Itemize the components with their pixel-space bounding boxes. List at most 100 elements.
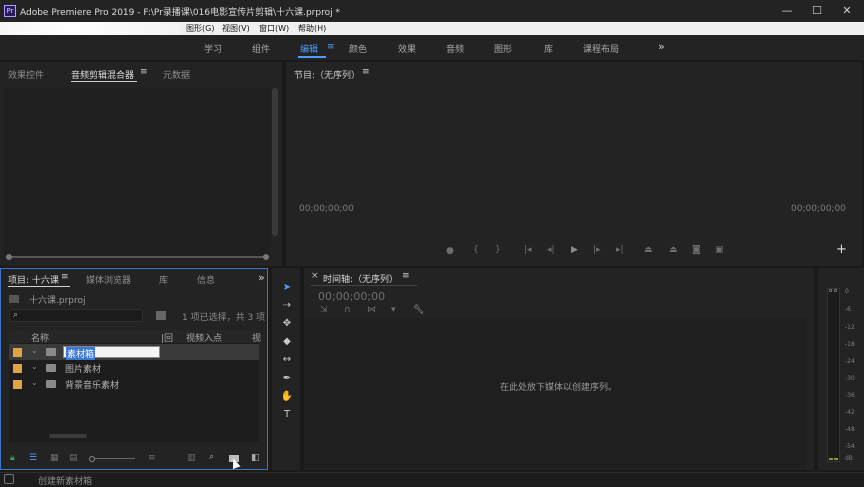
hand-tool-icon[interactable]: ✋ <box>280 390 294 404</box>
project-overflow-icon[interactable]: » <box>258 271 265 284</box>
list-horizontal-scrollbar[interactable] <box>49 434 87 438</box>
play-icon[interactable]: ▶ <box>571 245 578 255</box>
list-item[interactable]: ⌄ 背景音乐素材 <box>9 376 259 392</box>
column-extra[interactable]: 视 <box>252 331 261 344</box>
project-panel-menu-icon[interactable]: ≡ <box>61 272 69 282</box>
step-forward-icon[interactable]: |▸ <box>593 245 601 255</box>
selection-status: 1 项已选择，共 3 项 <box>182 313 266 323</box>
list-item[interactable]: ⌄ 图片素材 <box>9 360 259 376</box>
mixer-horizontal-scrollbar[interactable] <box>12 256 266 258</box>
meter-peak-right <box>834 289 837 292</box>
zoom-slider-handle[interactable] <box>89 456 95 462</box>
timeline-track-area[interactable] <box>304 318 806 468</box>
column-video-in[interactable]: 视频入点 <box>186 331 222 344</box>
chevron-down-icon[interactable]: ⌄ <box>31 346 38 355</box>
workspace-bar: 学习 组件 编辑 ≡ 颜色 效果 音频 图形 库 课程布局 » <box>0 35 864 60</box>
go-to-out-icon[interactable]: ▸| <box>616 245 624 255</box>
program-timecode-current[interactable]: 00;00;00;00 <box>299 204 354 214</box>
slip-tool-icon[interactable]: ↔ <box>280 353 294 367</box>
scrollbar-right-handle[interactable] <box>263 254 269 260</box>
list-item[interactable]: ⌄ 素材箱 <box>9 344 259 360</box>
chevron-down-icon[interactable]: ⌄ <box>31 378 38 387</box>
workspace-tab-audio[interactable]: 音频 <box>446 42 464 55</box>
close-icon[interactable]: ✕ <box>832 3 862 19</box>
pen-tool-icon[interactable]: ✒ <box>280 372 294 386</box>
project-search-input[interactable]: ⌕ <box>9 309 143 322</box>
workspace-tab-effects[interactable]: 效果 <box>398 42 416 55</box>
tab-project[interactable]: 项目: 十六课 <box>8 273 59 286</box>
menu-window[interactable]: 窗口(W) <box>259 23 289 34</box>
type-tool-icon[interactable]: T <box>280 408 294 422</box>
workspace-tab-libraries[interactable]: 库 <box>544 42 553 55</box>
mixer-vertical-scrollbar[interactable] <box>272 88 278 236</box>
find-icon[interactable]: ⌕ <box>209 452 214 462</box>
tab-media-browser[interactable]: 媒体浏览器 <box>86 273 131 286</box>
menu-help[interactable]: 帮助(H) <box>298 23 326 34</box>
ripple-edit-tool-icon[interactable]: ✥ <box>280 317 294 331</box>
workspace-tab-editing[interactable]: 编辑 <box>300 42 318 55</box>
minimize-icon[interactable]: — <box>772 3 802 19</box>
rename-field[interactable]: 素材箱 <box>63 346 160 360</box>
chevron-down-icon[interactable]: ⌄ <box>31 362 38 371</box>
export-frame-icon[interactable]: ◙ <box>692 245 701 255</box>
mark-out-icon[interactable]: } <box>495 245 501 255</box>
bin-label: 图片素材 <box>65 365 102 375</box>
meter-tick-db: dB <box>845 455 853 462</box>
lift-icon[interactable]: ⏏ <box>644 245 653 255</box>
list-view-icon[interactable]: ☰ <box>29 453 37 463</box>
label-color-swatch[interactable] <box>13 364 22 373</box>
project-tab-underline <box>8 286 70 287</box>
mark-in-icon[interactable]: { <box>473 245 479 255</box>
program-monitor-menu-icon[interactable]: ≡ <box>362 67 370 77</box>
meter-tick-30: -30 <box>845 375 855 382</box>
tab-audio-clip-mixer[interactable]: 音频剪辑混合器 <box>71 68 134 81</box>
workspace-tab-color[interactable]: 颜色 <box>349 42 367 55</box>
workspace-overflow-icon[interactable]: » <box>658 40 665 53</box>
snap-icon[interactable]: ∩ <box>344 305 351 315</box>
icon-view-icon[interactable]: ▦ <box>50 453 59 463</box>
maximize-icon[interactable]: ☐ <box>802 3 832 19</box>
workspace-tab-course-layout[interactable]: 课程布局 <box>583 42 619 55</box>
workspace-menu-icon[interactable]: ≡ <box>327 42 335 52</box>
tab-info[interactable]: 信息 <box>197 273 215 286</box>
new-item-icon[interactable]: ◧ <box>251 453 260 463</box>
workspace-tab-graphics[interactable]: 图形 <box>494 42 512 55</box>
menu-view[interactable]: 视图(V) <box>222 23 250 34</box>
extract-icon[interactable]: ⏏ <box>669 245 678 255</box>
column-name[interactable]: 名称 <box>31 331 49 344</box>
add-marker-timeline-icon[interactable]: ▾ <box>391 305 396 315</box>
timeline-menu-icon[interactable]: ≡ <box>402 271 410 281</box>
insert-sequence-nest-icon[interactable]: ⇲ <box>320 305 328 315</box>
freeform-view-icon[interactable]: ▤ <box>69 453 78 463</box>
zoom-slider[interactable] <box>95 458 135 459</box>
comparison-view-icon[interactable]: ▣ <box>715 245 724 255</box>
tab-metadata[interactable]: 元数据 <box>163 68 190 81</box>
project-file-icon <box>9 295 19 303</box>
add-marker-icon[interactable]: ● <box>446 246 454 256</box>
linked-selection-icon[interactable]: ⋈ <box>367 305 376 315</box>
tab-libraries[interactable]: 库 <box>159 273 168 286</box>
timeline-timecode[interactable]: 00;00;00;00 <box>318 290 385 303</box>
go-to-in-icon[interactable]: |◂ <box>524 245 532 255</box>
column-frame-rate[interactable]: |回 <box>161 331 173 344</box>
workspace-tab-assembly[interactable]: 组件 <box>252 42 270 55</box>
track-select-tool-icon[interactable]: ⇢ <box>280 299 294 313</box>
new-search-bin-icon[interactable] <box>156 311 166 320</box>
tab-effect-controls[interactable]: 效果控件 <box>8 68 44 81</box>
timeline-settings-icon[interactable]: 🔧︎ <box>413 305 424 315</box>
menu-graphics[interactable]: 图形(G) <box>186 23 214 34</box>
program-monitor-title[interactable]: 节目:（无序列） <box>294 68 360 81</box>
label-color-swatch[interactable] <box>13 380 22 389</box>
button-editor-add-icon[interactable]: + <box>836 242 847 257</box>
sort-icons-icon[interactable]: ≡ <box>148 453 156 463</box>
workspace-tab-learn[interactable]: 学习 <box>204 42 222 55</box>
step-back-icon[interactable]: ◂| <box>547 245 555 255</box>
razor-tool-icon[interactable]: ◆ <box>280 335 294 349</box>
automate-to-sequence-icon[interactable]: ▥ <box>187 453 196 463</box>
timeline-close-icon[interactable]: × <box>311 271 319 281</box>
source-panel-menu-icon[interactable]: ≡ <box>140 67 148 77</box>
selection-tool-icon[interactable]: ➤ <box>280 281 294 295</box>
label-color-swatch[interactable] <box>13 348 22 357</box>
timeline-title[interactable]: 时间轴:（无序列） <box>323 272 398 285</box>
lock-icon[interactable]: 🔒︎ <box>10 453 15 463</box>
